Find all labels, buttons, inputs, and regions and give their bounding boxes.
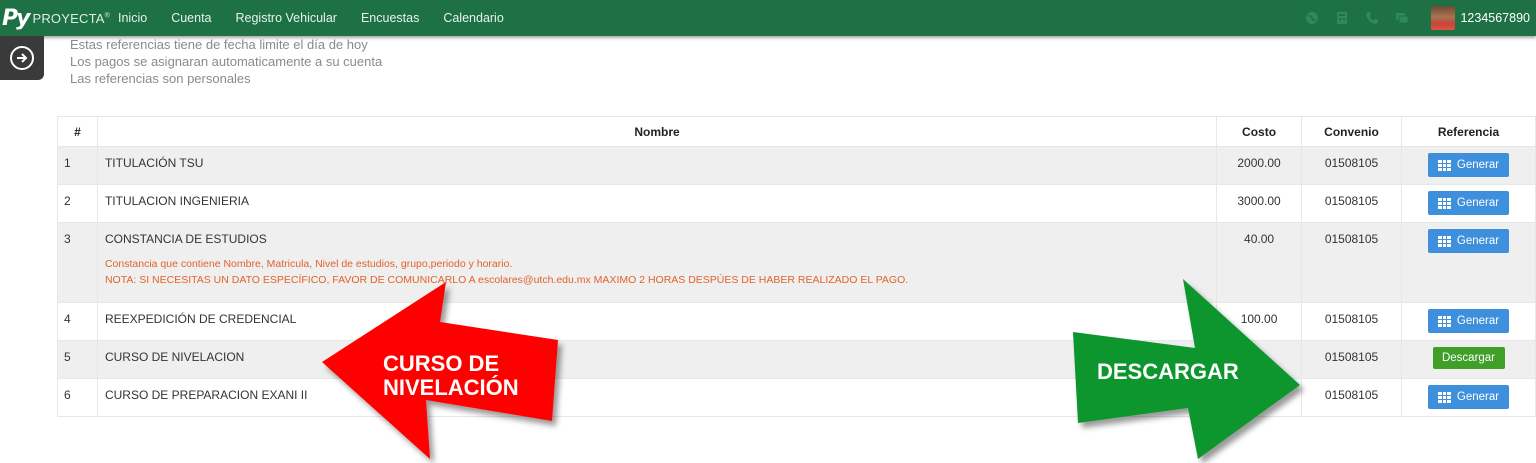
grid-icon: [1437, 315, 1451, 327]
header-name: Nombre: [96, 116, 1218, 147]
row-name: TITULACIÓN TSU: [96, 146, 1218, 185]
globe-icon[interactable]: [1297, 0, 1327, 36]
table-row: 3 CONSTANCIA DE ESTUDIOS Constancia que …: [57, 222, 1536, 303]
row-name: CONSTANCIA DE ESTUDIOS: [104, 232, 267, 246]
row-cost: 40.00: [1216, 222, 1303, 303]
table-row: 5 CURSO DE NIVELACION 01508105 Descargar: [57, 340, 1536, 379]
row-convenio: 01508105: [1301, 184, 1402, 223]
generar-button[interactable]: Generar: [1428, 385, 1509, 409]
generar-button[interactable]: Generar: [1428, 309, 1509, 333]
nav-right: 1234567890: [1297, 0, 1536, 36]
grid-icon: [1437, 159, 1451, 171]
logo-text: PROYECTA®: [32, 10, 110, 26]
row-ref-cell: Generar: [1401, 378, 1536, 417]
user-id: 1234567890: [1460, 11, 1530, 25]
user-menu[interactable]: 1234567890: [1431, 6, 1530, 30]
table-row: 2 TITULACION INGENIERIA 3000.00 01508105…: [57, 184, 1536, 223]
row-num: 3: [57, 222, 98, 303]
row-cost: 00: [1216, 378, 1303, 417]
grid-icon: [1437, 197, 1451, 209]
row-ref-cell: Generar: [1401, 302, 1536, 341]
right-arrow-label: DESCARGAR: [1097, 359, 1239, 384]
note-line: Las referencias son personales: [70, 71, 251, 86]
row-convenio: 01508105: [1301, 302, 1402, 341]
row-num: 6: [57, 378, 98, 417]
row-convenio: 01508105: [1301, 378, 1402, 417]
avatar: [1431, 6, 1456, 30]
phone-icon[interactable]: [1357, 0, 1387, 36]
note-line: Los pagos se asignaran automaticamente a…: [70, 54, 383, 69]
row-cost: 100.00: [1216, 302, 1303, 341]
info-notes: Estas referencias tiene de fecha limite …: [70, 36, 382, 87]
grid-icon: [1437, 235, 1451, 247]
row-ref-cell: Generar: [1401, 146, 1536, 185]
table-header-row: # Nombre Costo Convenio Referencia: [57, 116, 1536, 147]
row-name: TITULACION INGENIERIA: [96, 184, 1218, 223]
row-cost: 3000.00: [1216, 184, 1303, 223]
left-arrow-label: CURSO DE NIVELACIÓN: [383, 351, 519, 400]
generar-button[interactable]: Generar: [1428, 191, 1509, 215]
top-navbar: Py PROYECTA® Inicio Cuenta Registro Vehi…: [0, 0, 1536, 36]
row-convenio: 01508105: [1301, 340, 1402, 379]
app-logo[interactable]: Py PROYECTA®: [2, 5, 110, 31]
header-referencia: Referencia: [1401, 116, 1536, 147]
header-cost: Costo: [1216, 116, 1303, 147]
logo-mark: Py: [2, 5, 31, 31]
nav-link-calendario[interactable]: Calendario: [435, 11, 511, 25]
generar-button[interactable]: Generar: [1428, 229, 1509, 253]
row-name: CURSO DE NIVELACION: [96, 340, 1218, 379]
row-ref-cell: Generar: [1401, 222, 1536, 303]
header-num: #: [57, 116, 98, 147]
nav-link-encuestas[interactable]: Encuestas: [353, 11, 427, 25]
note-description: Constancia que contiene Nombre, Matricul…: [104, 258, 513, 270]
row-num: 5: [57, 340, 98, 379]
row-note: Constancia que contiene Nombre, Matricul…: [105, 256, 1208, 288]
calculator-icon[interactable]: [1327, 0, 1357, 36]
descargar-button[interactable]: Descargar: [1432, 347, 1505, 369]
sidebar-toggle-button[interactable]: [0, 36, 44, 80]
grid-icon: [1437, 391, 1451, 403]
header-convenio: Convenio: [1301, 116, 1402, 147]
generar-button[interactable]: Generar: [1428, 153, 1509, 177]
note-warning: NOTA: SI NECESITAS UN DATO ESPECÍFICO, F…: [104, 274, 909, 286]
row-name: CURSO DE PREPARACION EXANI II: [96, 378, 1218, 417]
chat-icon[interactable]: [1387, 0, 1417, 36]
row-num: 2: [57, 184, 98, 223]
arrow-right-circle-icon: [10, 46, 34, 70]
row-ref-cell: Generar: [1401, 184, 1536, 223]
row-name-cell: CONSTANCIA DE ESTUDIOS Constancia que co…: [96, 222, 1218, 303]
table-row: 4 REEXPEDICIÓN DE CREDENCIAL 100.00 0150…: [57, 302, 1536, 341]
row-num: 4: [57, 302, 98, 341]
row-num: 1: [57, 146, 98, 185]
nav-links: Inicio Cuenta Registro Vehicular Encuest…: [110, 0, 520, 36]
note-line: Estas referencias tiene de fecha limite …: [70, 37, 368, 52]
row-cost: 2000.00: [1216, 146, 1303, 185]
nav-link-cuenta[interactable]: Cuenta: [163, 11, 219, 25]
payments-table: # Nombre Costo Convenio Referencia 1 TIT…: [57, 116, 1536, 417]
row-convenio: 01508105: [1301, 222, 1402, 303]
table-row: 1 TITULACIÓN TSU 2000.00 01508105 Genera…: [57, 146, 1536, 185]
nav-link-registro-vehicular[interactable]: Registro Vehicular: [228, 11, 345, 25]
row-ref-cell: Descargar: [1401, 340, 1536, 379]
row-name: REEXPEDICIÓN DE CREDENCIAL: [96, 302, 1218, 341]
table-row: 6 CURSO DE PREPARACION EXANI II 00 01508…: [57, 378, 1536, 417]
row-convenio: 01508105: [1301, 146, 1402, 185]
nav-link-inicio[interactable]: Inicio: [110, 11, 155, 25]
